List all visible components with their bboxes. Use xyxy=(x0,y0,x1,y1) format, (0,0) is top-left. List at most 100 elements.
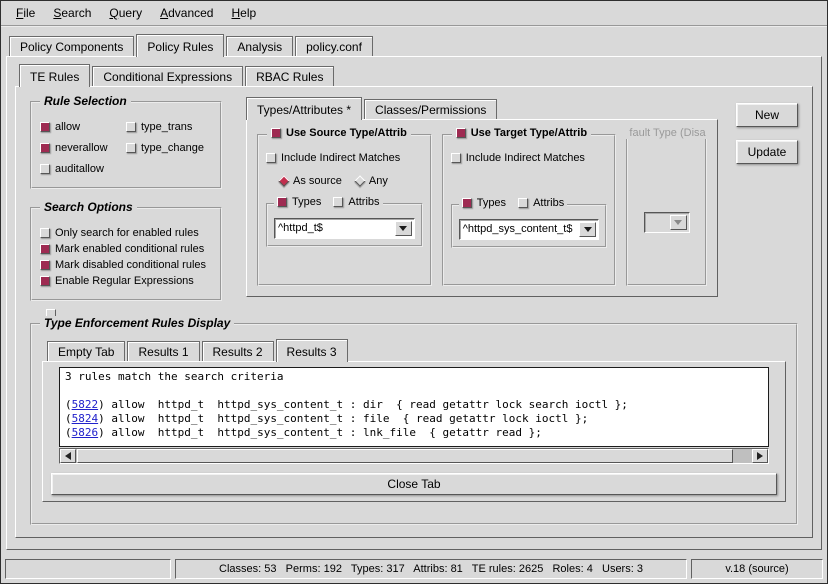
tab-analysis[interactable]: Analysis xyxy=(226,36,293,56)
tab-empty[interactable]: Empty Tab xyxy=(47,341,125,361)
tab-policy-components[interactable]: Policy Components xyxy=(9,36,134,56)
rule-selection-options: allow type_trans neverallow xyxy=(40,117,212,179)
checkbox-neverallow-indicator[interactable] xyxy=(40,143,50,153)
tab-results-3[interactable]: Results 3 xyxy=(276,339,348,362)
target-type-value[interactable]: ^httpd_sys_content_t$ xyxy=(460,220,578,239)
results-text-area[interactable]: 3 rules match the search criteria (5822)… xyxy=(59,367,769,447)
tab-policy-rules[interactable]: Policy Rules xyxy=(136,34,224,57)
rule-text-3: allow httpd_t httpd_sys_content_t : lnk_… xyxy=(105,426,542,439)
source-indirect-indicator[interactable] xyxy=(266,153,276,163)
target-enable-checkbox[interactable] xyxy=(456,128,466,138)
checkbox-type-change-label: type_change xyxy=(141,142,204,154)
checkbox-enable-regex[interactable]: Enable Regular Expressions xyxy=(40,275,212,287)
checkbox-auditallow-indicator[interactable] xyxy=(40,164,50,174)
source-indirect-checkbox-row[interactable]: Include Indirect Matches xyxy=(266,152,423,164)
checkbox-enable-regex-indicator[interactable] xyxy=(40,276,50,286)
source-type-combobox[interactable]: ^httpd_t$ xyxy=(274,218,415,239)
radio-as-source-indicator[interactable] xyxy=(278,175,289,186)
default-type-group: fault Type (Disa xyxy=(626,134,707,286)
update-button[interactable]: Update xyxy=(736,140,798,164)
source-type-value[interactable]: ^httpd_t$ xyxy=(275,219,393,238)
rule-link-5824[interactable]: 5824 xyxy=(72,412,99,425)
tab-te-rules[interactable]: TE Rules xyxy=(19,64,90,87)
target-type-combobox[interactable]: ^httpd_sys_content_t$ xyxy=(459,219,600,240)
rules-tab-bar: TE Rules Conditional Expressions RBAC Ru… xyxy=(15,64,813,86)
main-tab-bar: Policy Components Policy Rules Analysis … xyxy=(1,34,827,56)
target-attribs-checkbox[interactable]: Attribs xyxy=(518,197,564,209)
status-cell-empty xyxy=(5,559,171,579)
checkbox-neverallow[interactable]: neverallow xyxy=(40,142,126,154)
tab-rbac-rules[interactable]: RBAC Rules xyxy=(245,66,334,86)
menu-file[interactable]: File xyxy=(7,3,44,23)
radio-any[interactable]: Any xyxy=(356,175,388,187)
new-button[interactable]: New xyxy=(736,103,798,127)
checkbox-mark-enabled-conditional[interactable]: Mark enabled conditional rules xyxy=(40,243,212,255)
checkbox-type-trans-indicator[interactable] xyxy=(126,122,136,132)
tab-conditional-expressions[interactable]: Conditional Expressions xyxy=(92,66,243,86)
rule-selection-group: Rule Selection allow type_trans xyxy=(30,101,222,189)
menu-advanced[interactable]: Advanced xyxy=(151,3,222,23)
scrollbar-thumb[interactable] xyxy=(77,449,733,463)
target-indirect-checkbox-row[interactable]: Include Indirect Matches xyxy=(451,152,608,164)
checkbox-allow-indicator[interactable] xyxy=(40,122,50,132)
checkbox-allow[interactable]: allow xyxy=(40,121,126,133)
rule-link-5826[interactable]: 5826 xyxy=(72,426,99,439)
source-types-checkbox[interactable]: Types xyxy=(277,196,321,208)
target-attribs-indicator[interactable] xyxy=(518,198,528,208)
tab-results-1[interactable]: Results 1 xyxy=(127,341,199,361)
target-types-attribs-legend: Types Attribs xyxy=(459,197,568,209)
rule-link-5822[interactable]: 5822 xyxy=(72,398,99,411)
target-type-group: Use Target Type/Attrib Include Indirect … xyxy=(442,134,617,286)
source-attribs-indicator[interactable] xyxy=(333,197,343,207)
source-attribs-checkbox[interactable]: Attribs xyxy=(333,196,379,208)
radio-any-indicator[interactable] xyxy=(354,175,365,186)
radio-as-source[interactable]: As source xyxy=(280,175,342,187)
source-radio-group: As source Any xyxy=(280,171,423,191)
tab-types-attributes[interactable]: Types/Attributes * xyxy=(246,97,362,120)
scrollbar-track[interactable] xyxy=(76,449,752,463)
tab-classes-permissions[interactable]: Classes/Permissions xyxy=(364,99,497,119)
source-combo-dropdown-button[interactable] xyxy=(395,221,412,236)
target-group-title: Use Target Type/Attrib xyxy=(471,127,587,139)
checkbox-type-change[interactable]: type_change xyxy=(126,142,212,154)
checkbox-auditallow[interactable]: auditallow xyxy=(40,163,126,175)
te-rules-display-title: Type Enforcement Rules Display xyxy=(40,316,234,330)
rule-selection-title: Rule Selection xyxy=(40,94,131,108)
checkbox-enable-regex-label: Enable Regular Expressions xyxy=(55,275,194,287)
blank-line xyxy=(65,384,763,398)
menu-search[interactable]: Search xyxy=(44,3,100,23)
checkbox-type-change-indicator[interactable] xyxy=(126,143,136,153)
status-bar: Classes: 53 Perms: 192 Types: 317 Attrib… xyxy=(5,559,823,579)
tab-results-2[interactable]: Results 2 xyxy=(202,341,274,361)
checkbox-type-trans[interactable]: type_trans xyxy=(126,121,212,133)
scroll-left-button[interactable] xyxy=(60,449,76,463)
source-enable-checkbox[interactable] xyxy=(271,128,281,138)
target-group-legend: Use Target Type/Attrib xyxy=(452,127,591,139)
types-attributes-notebook: Types/Attributes * Classes/Permissions U… xyxy=(246,97,718,301)
tab-policy-conf[interactable]: policy.conf xyxy=(295,36,373,56)
close-tab-button[interactable]: Close Tab xyxy=(51,473,777,495)
arrow-left-icon xyxy=(65,452,71,460)
types-attributes-panel: Use Source Type/Attrib Include Indirect … xyxy=(246,119,718,297)
rule-text-1: allow httpd_t httpd_sys_content_t : dir … xyxy=(105,398,628,411)
target-types-indicator[interactable] xyxy=(462,198,472,208)
checkbox-mark-disabled-indicator[interactable] xyxy=(40,260,50,270)
menu-query[interactable]: Query xyxy=(100,3,151,23)
search-options-title: Search Options xyxy=(40,200,137,214)
menu-help[interactable]: Help xyxy=(222,3,265,23)
target-combo-dropdown-button[interactable] xyxy=(579,222,596,237)
arrow-right-icon xyxy=(757,452,763,460)
checkbox-mark-disabled-conditional[interactable]: Mark disabled conditional rules xyxy=(40,259,212,271)
status-version: v.18 (source) xyxy=(691,559,823,579)
source-types-indicator[interactable] xyxy=(277,197,287,207)
checkbox-only-enabled-indicator[interactable] xyxy=(40,228,50,238)
checkbox-only-enabled-rules[interactable]: Only search for enabled rules xyxy=(40,227,212,239)
scroll-right-button[interactable] xyxy=(752,449,768,463)
target-indirect-indicator[interactable] xyxy=(451,153,461,163)
checkbox-mark-enabled-indicator[interactable] xyxy=(40,244,50,254)
search-options-group: Search Options Only search for enabled r… xyxy=(30,207,222,301)
source-attribs-label: Attribs xyxy=(348,196,379,208)
results-panel: 3 rules match the search criteria (5822)… xyxy=(42,361,786,502)
target-types-checkbox[interactable]: Types xyxy=(462,197,506,209)
horizontal-scrollbar[interactable] xyxy=(59,448,769,464)
